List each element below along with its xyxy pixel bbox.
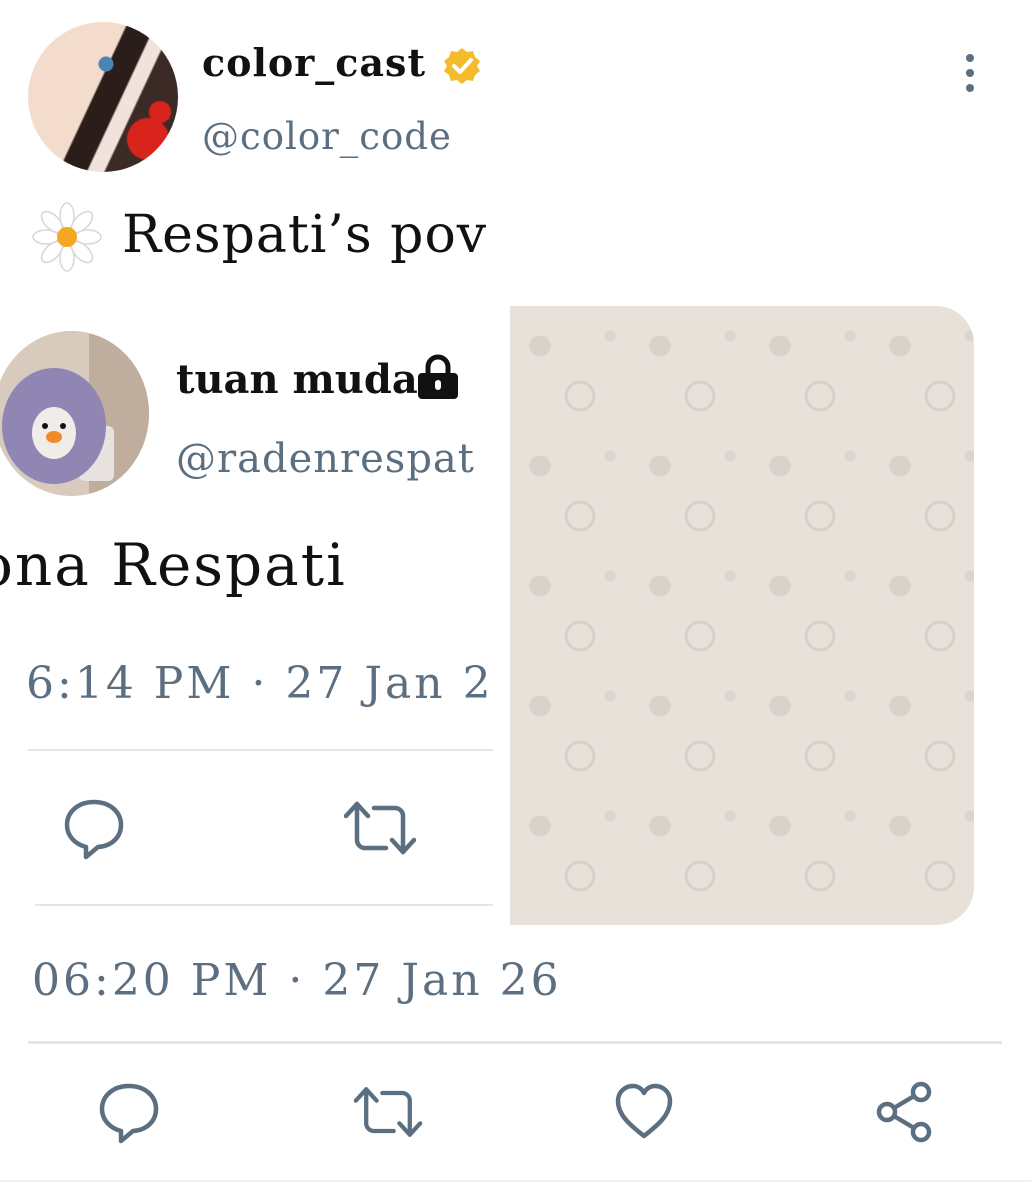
retweet-icon[interactable] <box>352 1080 424 1144</box>
wallpaper-image[interactable] <box>510 306 974 925</box>
embedded-timestamp: 6:14 PM · 27 Jan 2 <box>26 658 494 709</box>
lock-icon <box>418 354 458 399</box>
embedded-divider-top <box>28 749 493 751</box>
embedded-author-name: tuan muda <box>176 356 418 403</box>
embedded-divider-bottom <box>35 904 493 906</box>
embedded-reply-icon <box>64 799 124 860</box>
heart-icon[interactable] <box>612 1080 676 1144</box>
more-vertical-icon[interactable] <box>956 52 984 94</box>
author-handle[interactable]: @color_code <box>202 115 452 158</box>
author-display-name[interactable]: color_cast <box>202 40 426 85</box>
post-text: Respati’s pov <box>122 205 488 265</box>
embedded-post-text: ona Respati <box>0 531 347 599</box>
reply-icon[interactable] <box>97 1080 161 1144</box>
embedded-tweet-screenshot[interactable]: tuan muda @radenrespat ona Respati 6:14 … <box>0 306 511 926</box>
author-avatar[interactable] <box>28 22 178 172</box>
post-timestamp: 06:20 PM · 27 Jan 26 <box>32 955 562 1006</box>
action-divider <box>28 1041 1002 1044</box>
verified-badge-icon <box>444 48 480 84</box>
avatar-photo-icon <box>0 331 149 496</box>
share-icon[interactable] <box>873 1080 937 1144</box>
embedded-retweet-icon <box>343 801 417 855</box>
embedded-author-avatar <box>0 331 149 496</box>
daisy-icon <box>32 202 102 272</box>
embedded-author-handle: @radenrespat <box>176 436 475 482</box>
bottom-border <box>0 1180 1031 1182</box>
